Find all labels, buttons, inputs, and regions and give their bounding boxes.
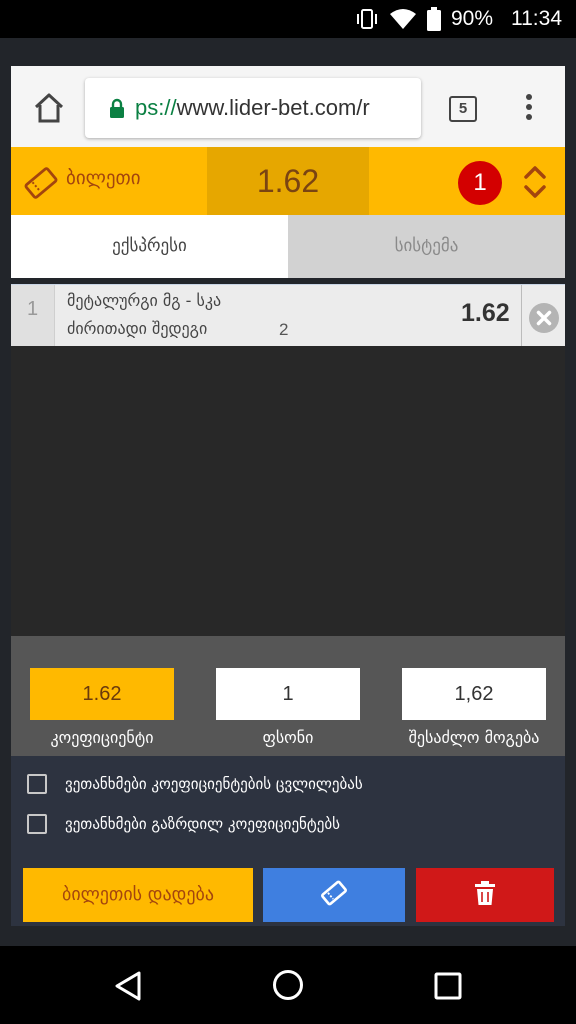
selections-count-badge: 1	[458, 161, 502, 205]
vibrate-icon	[355, 8, 379, 30]
possible-win-label: შესაძლო მოგება	[408, 728, 540, 747]
odds-label: კოეფიციენტი	[50, 728, 154, 747]
system-navigation-bar	[0, 946, 576, 1024]
tab-system[interactable]: სისტემა	[288, 215, 565, 278]
clear-betslip-button[interactable]	[416, 868, 554, 922]
expand-collapse-icon[interactable]	[521, 163, 549, 201]
odds-value: 1.62	[30, 668, 174, 720]
betslip-totals: 1.62 1 1,62 კოეფიციენტი ფსონი შესაძლო მო…	[11, 636, 565, 756]
betslip-empty-area	[11, 346, 565, 636]
betslip-header[interactable]: ბილეთი 1.62 1	[11, 147, 565, 215]
home-icon[interactable]	[31, 90, 67, 126]
status-bar: 90% 11:34	[0, 0, 576, 38]
trash-icon	[475, 881, 495, 909]
betslip-actions: ბილეთის დადება	[11, 858, 565, 926]
selection-row: 1 მეტალურგი მგ - სკა ძირითადი შედეგი 2 1…	[11, 284, 565, 347]
remove-selection-icon[interactable]	[528, 302, 560, 334]
tab-express[interactable]: ექსპრესი	[11, 215, 288, 278]
stake-label: ფსონი	[262, 728, 314, 747]
browser-toolbar: ps://www.lider-bet.com/r 5	[11, 66, 565, 148]
lock-icon	[109, 98, 125, 118]
battery-percent: 90%	[450, 7, 493, 30]
tab-switcher-button[interactable]: 5	[449, 96, 477, 122]
ticket-icon	[321, 880, 347, 910]
possible-win-value: 1,62	[402, 668, 546, 720]
selection-market: ძირითადი შედეგი	[67, 319, 208, 338]
betslip-options: ვეთანხმები კოეფიციენტების ცვლილებას ვეთა…	[11, 756, 565, 858]
overflow-menu-icon[interactable]	[523, 94, 535, 124]
url-bar[interactable]: ps://www.lider-bet.com/r	[85, 78, 421, 138]
accept-increased-odds-label: ვეთანხმები გაზრდილ კოეფიციენტებს	[65, 815, 340, 833]
selection-match: მეტალურგი მგ - სკა	[67, 291, 222, 310]
selection-outcome: 2	[279, 320, 289, 339]
betslip-title: ბილეთი	[66, 167, 141, 189]
accept-odds-change-label: ვეთანხმები კოეფიციენტების ცვლილებას	[65, 775, 363, 793]
selection-odds: 1.62	[461, 299, 510, 327]
back-icon[interactable]	[114, 970, 142, 1006]
place-bet-button[interactable]: ბილეთის დადება	[23, 868, 253, 922]
home-circle-icon[interactable]	[272, 969, 304, 1005]
bet-type-tabs: ექსპრესი სისტემა	[11, 215, 565, 278]
save-ticket-button[interactable]	[263, 868, 405, 922]
divider	[521, 285, 522, 347]
selection-index: 1	[11, 285, 55, 347]
accept-increased-odds-checkbox[interactable]	[27, 814, 47, 834]
total-odds: 1.62	[207, 147, 369, 215]
accept-increased-odds-option[interactable]: ვეთანხმები გაზრდილ კოეფიციენტებს	[27, 813, 340, 835]
wifi-icon	[389, 8, 417, 30]
recent-apps-icon[interactable]	[434, 972, 462, 1004]
clock: 11:34	[511, 7, 562, 30]
url-scheme: ps://	[135, 95, 177, 120]
stake-input[interactable]: 1	[216, 668, 360, 720]
accept-odds-change-checkbox[interactable]	[27, 774, 47, 794]
url-host: www.lider-bet.com/r	[176, 95, 370, 120]
ticket-icon	[23, 165, 59, 205]
accept-odds-change-option[interactable]: ვეთანხმები კოეფიციენტების ცვლილებას	[27, 773, 363, 795]
battery-icon	[426, 7, 441, 31]
